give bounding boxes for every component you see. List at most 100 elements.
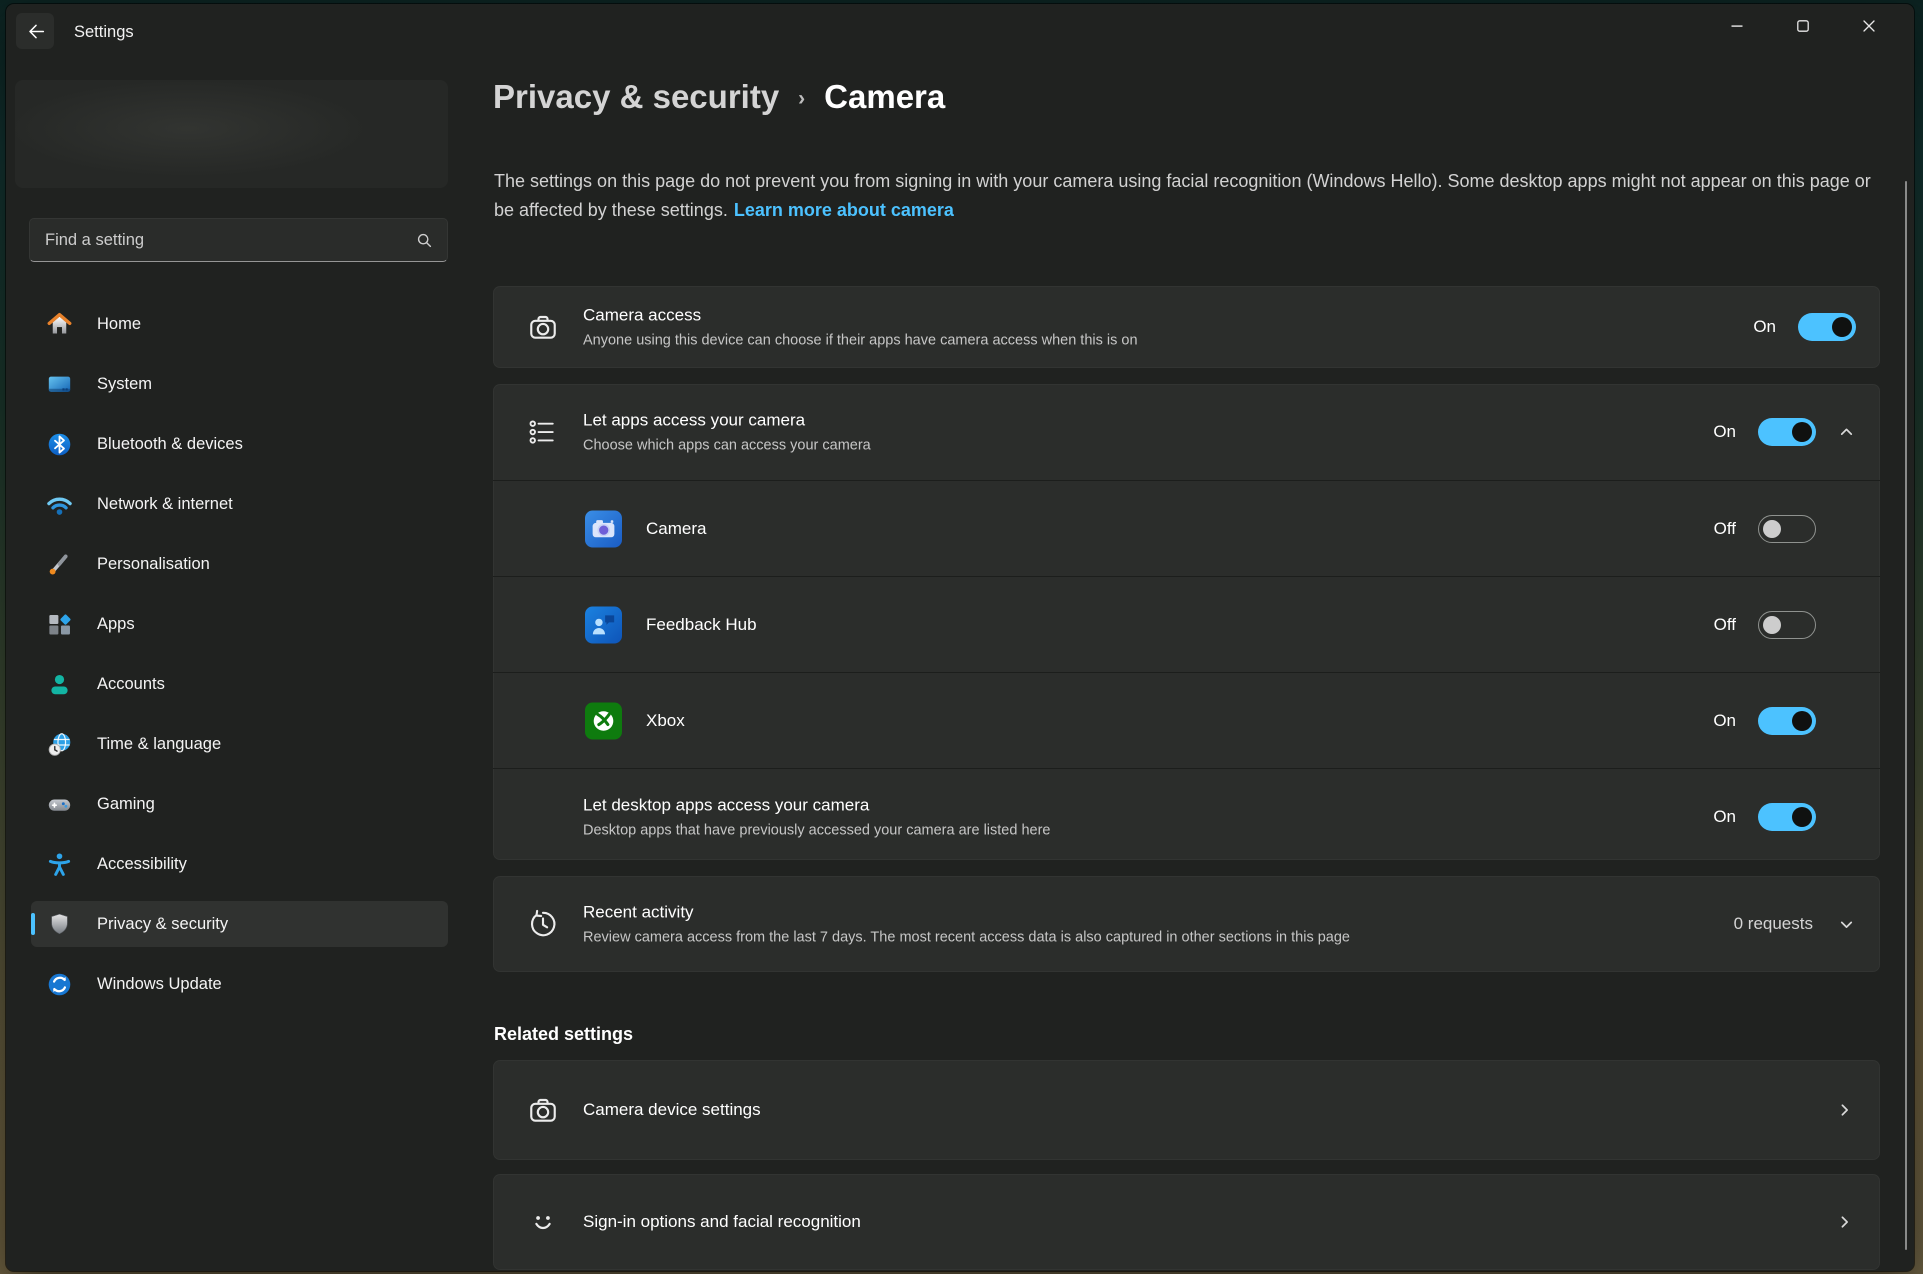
breadcrumb: Privacy & security › Camera — [493, 78, 945, 116]
app-name: Xbox — [646, 711, 685, 730]
face-smile-icon — [527, 1206, 559, 1238]
setting-subtitle: Review camera access from the last 7 day… — [583, 930, 1350, 946]
sidebar-item-label: Accounts — [97, 675, 165, 694]
wifi-icon — [45, 490, 73, 518]
breadcrumb-separator-icon: › — [798, 87, 805, 111]
sidebar-nav: Home System Bl — [31, 301, 448, 1007]
selected-accent-bar — [31, 913, 35, 935]
sidebar-item-label: Windows Update — [97, 975, 222, 994]
app-row-camera: Camera Off — [493, 480, 1880, 576]
chevron-down-icon — [1837, 915, 1856, 934]
feedback-hub-toggle[interactable] — [1758, 611, 1816, 639]
setting-subtitle: Desktop apps that have previously access… — [583, 822, 1050, 838]
desktop-apps-toggle[interactable] — [1758, 803, 1816, 831]
toggle-state-label: On — [1753, 317, 1776, 337]
sidebar-item-accessibility[interactable]: Accessibility — [31, 841, 448, 887]
related-item-label: Sign-in options and facial recognition — [583, 1212, 861, 1231]
xbox-app-icon — [585, 702, 622, 739]
gamepad-icon — [45, 790, 73, 818]
search-input[interactable] — [30, 231, 416, 250]
main-content: Privacy & security › Camera The settings… — [493, 4, 1880, 1271]
sidebar-item-label: Accessibility — [97, 855, 187, 874]
sidebar-item-windows-update[interactable]: Windows Update — [31, 961, 448, 1007]
sidebar-item-bluetooth[interactable]: Bluetooth & devices — [31, 421, 448, 467]
app-access-toggle[interactable] — [1758, 418, 1816, 446]
person-icon — [45, 670, 73, 698]
chevron-up-icon — [1837, 423, 1856, 442]
search-box — [29, 218, 448, 262]
sidebar-item-system[interactable]: System — [31, 361, 448, 407]
sidebar-item-label: Personalisation — [97, 555, 210, 574]
sidebar-item-label: System — [97, 375, 152, 394]
settings-window: Settings Home — [6, 4, 1914, 1271]
camera-app-icon — [585, 510, 622, 547]
camera-access-card: Camera access Anyone using this device c… — [493, 286, 1880, 368]
sidebar-item-accounts[interactable]: Accounts — [31, 661, 448, 707]
app-name: Camera — [646, 519, 706, 538]
related-item-label: Camera device settings — [583, 1100, 761, 1119]
sidebar-item-label: Network & internet — [97, 495, 233, 514]
setting-subtitle: Anyone using this device can choose if t… — [583, 333, 1138, 349]
update-icon — [45, 970, 73, 998]
setting-title: Recent activity — [583, 903, 1350, 923]
sidebar-item-label: Gaming — [97, 795, 155, 814]
app-access-group-card: Let apps access your camera Choose which… — [493, 384, 1880, 860]
sidebar-item-label: Home — [97, 315, 141, 334]
page-title: Camera — [824, 78, 945, 116]
search-icon — [416, 232, 433, 249]
page-description: The settings on this page do not prevent… — [494, 167, 1874, 224]
apps-icon — [45, 610, 73, 638]
sidebar-item-label: Time & language — [97, 735, 221, 754]
sidebar-item-home[interactable]: Home — [31, 301, 448, 347]
app-list-icon — [527, 417, 557, 447]
camera-access-toggle[interactable] — [1798, 313, 1856, 341]
accessibility-icon — [45, 850, 73, 878]
sidebar-item-apps[interactable]: Apps — [31, 601, 448, 647]
history-icon — [527, 908, 559, 940]
sidebar-item-personalisation[interactable]: Personalisation — [31, 541, 448, 587]
learn-more-link[interactable]: Learn more about camera — [734, 200, 954, 220]
home-icon — [45, 310, 73, 338]
shield-icon — [45, 910, 73, 938]
bluetooth-icon — [45, 430, 73, 458]
sidebar-item-label: Bluetooth & devices — [97, 435, 243, 454]
toggle-state-label: Off — [1714, 519, 1736, 539]
xbox-toggle[interactable] — [1758, 707, 1816, 735]
setting-title: Camera access — [583, 306, 1138, 326]
app-name: Feedback Hub — [646, 615, 757, 634]
camera-app-toggle[interactable] — [1758, 515, 1816, 543]
brush-icon — [45, 550, 73, 578]
toggle-state-label: On — [1713, 807, 1736, 827]
chevron-right-icon — [1835, 1101, 1854, 1120]
related-settings-heading: Related settings — [494, 1024, 633, 1045]
toggle-state-label: Off — [1714, 615, 1736, 635]
recent-activity-card[interactable]: Recent activity Review camera access fro… — [493, 876, 1880, 972]
feedback-hub-app-icon — [585, 606, 622, 643]
setting-title: Let desktop apps access your camera — [583, 795, 1050, 815]
recent-activity-count: 0 requests — [1734, 914, 1813, 934]
chevron-right-icon — [1835, 1213, 1854, 1232]
sidebar-item-privacy-security[interactable]: Privacy & security — [31, 901, 448, 947]
vertical-scrollbar[interactable] — [1905, 181, 1908, 1250]
globe-clock-icon — [45, 730, 73, 758]
sidebar-item-network[interactable]: Network & internet — [31, 481, 448, 527]
back-button[interactable] — [16, 13, 54, 49]
user-profile-card[interactable] — [15, 80, 448, 188]
camera-device-settings-card[interactable]: Camera device settings — [493, 1060, 1880, 1160]
camera-outline-icon — [527, 1094, 559, 1126]
sign-in-options-card[interactable]: Sign-in options and facial recognition — [493, 1174, 1880, 1270]
toggle-state-label: On — [1713, 711, 1736, 731]
breadcrumb-parent[interactable]: Privacy & security — [493, 78, 779, 116]
camera-outline-icon — [527, 311, 559, 343]
sidebar-item-time-language[interactable]: Time & language — [31, 721, 448, 767]
back-arrow-icon — [26, 22, 45, 41]
toggle-state-label: On — [1713, 422, 1736, 442]
app-title: Settings — [74, 4, 134, 60]
system-icon — [45, 370, 73, 398]
sidebar-item-gaming[interactable]: Gaming — [31, 781, 448, 827]
setting-title: Let apps access your camera — [583, 411, 871, 431]
setting-subtitle: Choose which apps can access your camera — [583, 438, 871, 454]
sidebar-item-label: Apps — [97, 615, 135, 634]
app-access-header-row[interactable]: Let apps access your camera Choose which… — [493, 384, 1880, 480]
sidebar-item-label: Privacy & security — [97, 915, 228, 934]
